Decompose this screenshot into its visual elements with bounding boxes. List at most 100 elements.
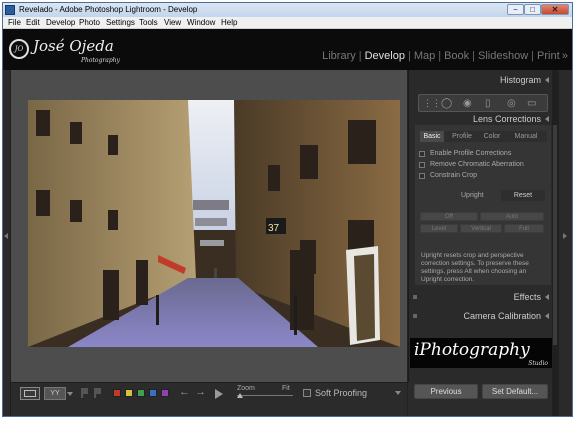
upright-auto-button[interactable]: Auto	[480, 212, 544, 221]
crop-overlay-tool-icon[interactable]: ⋮⋮	[423, 98, 441, 109]
module-slideshow[interactable]: Slideshow	[478, 50, 528, 62]
watermark-logo: iPhotography Studio	[410, 338, 552, 368]
upright-reset-button[interactable]: Reset	[501, 190, 545, 201]
color-label-swatch[interactable]	[125, 389, 133, 397]
left-panel-collapsed[interactable]	[3, 70, 11, 416]
module-library[interactable]: Library	[322, 50, 356, 62]
play-slideshow-icon[interactable]	[215, 389, 223, 399]
camera-calibration-title: Camera Calibration	[463, 311, 541, 321]
close-button[interactable]: ✕	[541, 4, 569, 15]
previous-photo-icon[interactable]: ←	[179, 386, 190, 398]
panel-switch-icon[interactable]	[413, 314, 417, 318]
module-separator: |	[531, 50, 535, 62]
toolbar-content-menu-icon[interactable]	[395, 391, 401, 395]
radial-filter-tool-icon[interactable]: ◎	[507, 98, 516, 109]
lens-corrections-panel: Basic Profile Color Manual Enable Profil…	[415, 125, 551, 285]
tab-profile[interactable]: Profile	[448, 131, 476, 142]
panel-switch-icon[interactable]	[413, 295, 417, 299]
upright-full-button[interactable]: Full	[504, 224, 544, 233]
zoom-slider[interactable]	[237, 395, 293, 396]
zoom-slider-thumb[interactable]	[236, 393, 243, 398]
menu-view[interactable]: View	[164, 18, 181, 27]
effects-header[interactable]: Effects	[409, 289, 552, 305]
photo-preview[interactable]: 37	[28, 100, 400, 347]
identity-tagline: Photography	[81, 57, 120, 64]
constrain-crop-label: Constrain Crop	[430, 172, 478, 179]
maximize-button[interactable]: □	[524, 4, 541, 15]
expand-left-panel-icon[interactable]	[4, 233, 8, 239]
enable-profile-corrections-checkbox[interactable]	[419, 151, 425, 157]
menu-help[interactable]: Help	[221, 18, 237, 27]
flag-pick-icon[interactable]	[81, 388, 88, 398]
adjustment-brush-tool-icon[interactable]: ▭	[527, 98, 536, 109]
histogram-title: Histogram	[499, 75, 541, 85]
loupe-view: 37	[11, 70, 407, 382]
street-number-sign: 37	[268, 223, 280, 234]
menu-tools[interactable]: Tools	[139, 18, 158, 27]
module-separator: |	[472, 50, 476, 62]
identity-plate: JO José Ojeda Photography Library | Develo…	[3, 29, 572, 70]
panel-bottom-buttons: Previous Set Default...	[408, 382, 552, 416]
previous-button[interactable]: Previous	[414, 384, 478, 399]
menu-develop[interactable]: Develop	[46, 18, 75, 27]
constrain-crop-checkbox[interactable]	[419, 173, 425, 179]
tab-basic[interactable]: Basic	[420, 131, 444, 142]
remove-chromatic-aberration-label: Remove Chromatic Aberration	[430, 161, 524, 168]
effects-title: Effects	[513, 292, 541, 302]
develop-tool-strip: ⋮⋮ ◯ ◉ ▯ ◎ ▭	[418, 94, 548, 112]
color-label-swatch[interactable]	[113, 389, 121, 397]
module-develop[interactable]: Develop	[365, 50, 405, 62]
module-separator: |	[438, 50, 442, 62]
menu-edit[interactable]: Edit	[26, 18, 40, 27]
tab-color[interactable]: Color	[480, 131, 504, 142]
tab-manual[interactable]: Manual	[511, 131, 541, 142]
module-map[interactable]: Map	[414, 50, 435, 62]
zoom-fit-label: Fit	[282, 385, 290, 392]
histogram-header[interactable]: Histogram	[409, 72, 552, 88]
flag-reject-icon[interactable]	[94, 388, 101, 398]
upright-level-button[interactable]: Level	[420, 224, 458, 233]
upright-description: Upright resets crop and perspective corr…	[421, 252, 529, 283]
red-eye-tool-icon[interactable]: ◉	[463, 98, 472, 109]
loupe-view-button[interactable]	[20, 387, 40, 400]
menu-file[interactable]: File	[8, 18, 21, 27]
graduated-filter-tool-icon[interactable]: ▯	[485, 98, 491, 109]
minimize-button[interactable]: −	[507, 4, 524, 15]
camera-calibration-header[interactable]: Camera Calibration	[409, 308, 552, 324]
module-separator: |	[407, 50, 411, 62]
soft-proofing-checkbox[interactable]	[303, 389, 311, 397]
collapse-histogram-icon[interactable]	[545, 77, 549, 83]
menu-settings[interactable]: Settings	[106, 18, 135, 27]
upright-off-button[interactable]: Off	[420, 212, 478, 221]
next-photo-icon[interactable]: →	[195, 386, 206, 398]
street-photo: 37	[28, 100, 400, 347]
upright-vertical-button[interactable]: Vertical	[460, 224, 502, 233]
module-book[interactable]: Book	[444, 50, 469, 62]
remove-chromatic-aberration-checkbox[interactable]	[419, 162, 425, 168]
identity-name: José Ojeda	[33, 37, 114, 55]
color-label-swatch[interactable]	[149, 389, 157, 397]
expand-effects-icon[interactable]	[545, 294, 549, 300]
zoom-label: Zoom	[237, 385, 255, 392]
set-default-button[interactable]: Set Default...	[482, 384, 548, 399]
enable-profile-corrections-label: Enable Profile Corrections	[430, 150, 512, 157]
collapse-right-panel-icon[interactable]	[563, 233, 567, 239]
loupe-icon	[24, 390, 36, 397]
module-separator: |	[358, 50, 362, 62]
menu-window[interactable]: Window	[187, 18, 215, 27]
scrollbar-thumb[interactable]	[553, 125, 557, 345]
module-more-icon[interactable]: »	[562, 50, 568, 62]
collapse-lens-corrections-icon[interactable]	[545, 116, 549, 122]
color-label-swatch[interactable]	[137, 389, 145, 397]
menu-photo[interactable]: Photo	[79, 18, 100, 27]
color-label-swatch[interactable]	[161, 389, 169, 397]
right-panel-edge[interactable]	[559, 70, 572, 416]
watermark-text: iPhotography	[414, 340, 530, 360]
before-after-button[interactable]: YY	[44, 387, 66, 400]
before-after-dropdown-icon[interactable]	[67, 392, 73, 396]
expand-camera-calibration-icon[interactable]	[545, 313, 549, 319]
right-panel-scrollbar[interactable]	[552, 70, 559, 416]
module-print[interactable]: Print	[537, 50, 560, 62]
spot-removal-tool-icon[interactable]: ◯	[441, 98, 452, 109]
identity-logo: JO	[9, 39, 29, 59]
